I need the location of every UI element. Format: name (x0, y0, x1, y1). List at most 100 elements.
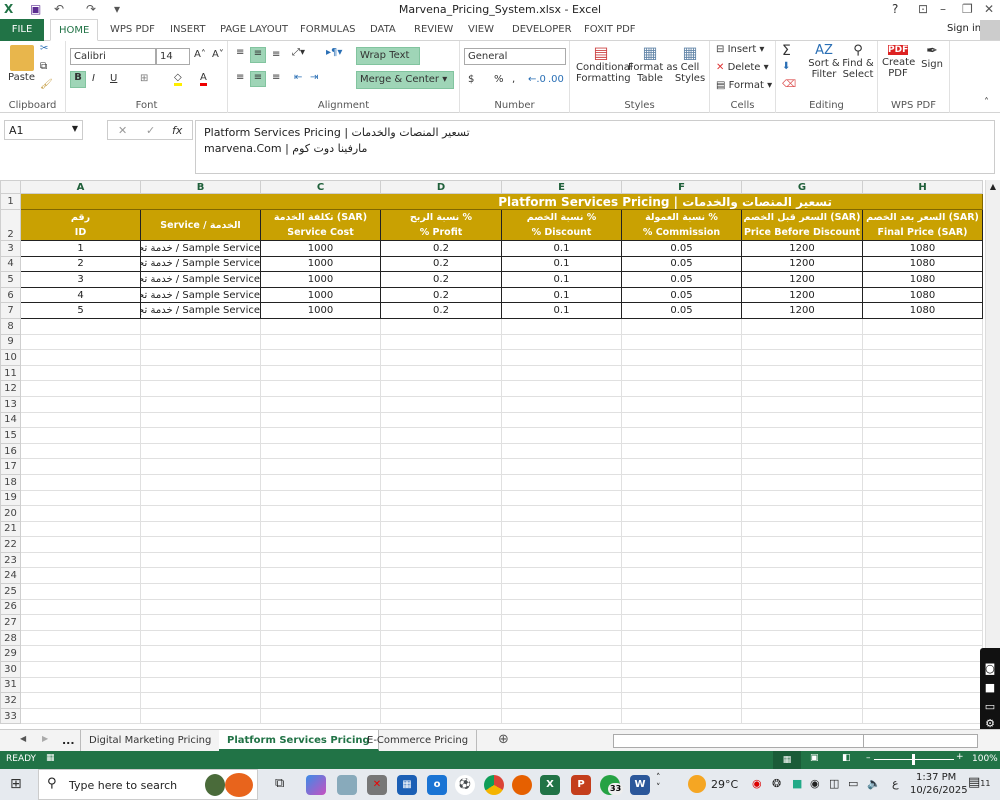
scroll-tabs-right-icon[interactable]: ▶ (42, 734, 48, 743)
empty-cell[interactable] (501, 395, 622, 413)
conditional-formatting-button[interactable]: ▤ Conditional Formatting (576, 43, 633, 84)
empty-cell[interactable] (862, 395, 983, 413)
empty-cell[interactable] (621, 349, 742, 366)
empty-cell[interactable] (741, 645, 863, 663)
row-header[interactable]: 8 (0, 317, 21, 335)
create-pdf-button[interactable]: PDF Create PDF (882, 43, 915, 79)
row-header[interactable]: 21 (0, 520, 21, 538)
tab-review[interactable]: REVIEW (406, 19, 461, 41)
close-icon[interactable]: ✕ (984, 2, 994, 16)
empty-cell[interactable] (380, 645, 502, 663)
empty-cell[interactable] (501, 458, 622, 475)
empty-cell[interactable] (621, 505, 742, 522)
paste-button[interactable]: Paste (8, 72, 35, 83)
empty-cell[interactable] (621, 489, 742, 507)
empty-cell[interactable] (621, 676, 742, 694)
empty-cell[interactable] (741, 598, 863, 616)
empty-cell[interactable] (501, 676, 622, 694)
empty-cell[interactable] (862, 489, 983, 507)
empty-cell[interactable] (741, 583, 863, 600)
empty-cell[interactable] (140, 317, 261, 335)
empty-cell[interactable] (260, 536, 381, 553)
empty-cell[interactable] (862, 692, 983, 709)
row-header[interactable]: 18 (0, 473, 21, 491)
empty-cell[interactable] (621, 395, 742, 413)
camera-tray-icon[interactable]: ◫ (829, 777, 839, 790)
tab-insert[interactable]: INSERT (162, 19, 213, 41)
empty-cell[interactable] (260, 411, 381, 429)
data-cell[interactable]: 0.05 (621, 271, 742, 288)
align-left-icon[interactable]: ≡ (236, 72, 244, 83)
empty-cell[interactable] (380, 676, 502, 694)
user-avatar-icon[interactable] (980, 20, 1000, 40)
empty-cell[interactable] (140, 661, 261, 678)
firefox-icon[interactable] (512, 775, 532, 795)
empty-cell[interactable] (380, 458, 502, 475)
whatsapp-icon[interactable]: 33 (600, 775, 624, 795)
row-header[interactable]: 16 (0, 442, 21, 460)
empty-cell[interactable] (20, 567, 141, 585)
zoom-slider-thumb[interactable] (912, 754, 915, 765)
empty-cell[interactable] (380, 614, 502, 631)
notifications-icon[interactable]: ▤11 (968, 775, 990, 790)
empty-cell[interactable] (20, 395, 141, 413)
empty-cell[interactable] (501, 317, 622, 335)
empty-cell[interactable] (621, 333, 742, 351)
empty-cell[interactable] (862, 629, 983, 647)
row-header[interactable]: 7 (0, 302, 21, 319)
data-cell[interactable]: 0.1 (501, 271, 622, 288)
empty-cell[interactable] (862, 349, 983, 366)
middle-align-icon[interactable]: ≡ (250, 47, 266, 63)
empty-cell[interactable] (260, 317, 381, 335)
empty-cell[interactable] (260, 583, 381, 600)
row-header[interactable]: 32 (0, 692, 21, 709)
volume-icon[interactable]: 🔈 (867, 777, 881, 790)
empty-cell[interactable] (380, 707, 502, 725)
empty-cell[interactable] (741, 349, 863, 366)
empty-cell[interactable] (380, 692, 502, 709)
sign-in-link[interactable]: Sign in (947, 23, 981, 34)
column-header-g[interactable]: G (741, 180, 863, 194)
more-sheets-button[interactable]: ... (62, 734, 75, 747)
data-cell[interactable]: 1080 (862, 255, 983, 273)
empty-cell[interactable] (20, 520, 141, 538)
empty-cell[interactable] (501, 551, 622, 569)
empty-cell[interactable] (862, 364, 983, 382)
empty-cell[interactable] (621, 380, 742, 397)
data-cell[interactable]: 0.2 (380, 271, 502, 288)
row-header[interactable]: 10 (0, 349, 21, 366)
tray-circle-icon[interactable]: ◉ (810, 777, 820, 790)
row-header[interactable]: 11 (0, 364, 21, 382)
empty-cell[interactable] (862, 614, 983, 631)
empty-cell[interactable] (260, 458, 381, 475)
tab-foxit-pdf[interactable]: FOXIT PDF (576, 19, 644, 41)
enter-icon[interactable]: ✓ (146, 124, 155, 137)
empty-cell[interactable] (140, 427, 261, 444)
row-header[interactable]: 23 (0, 551, 21, 569)
delete-cells-button[interactable]: ✕ Delete ▾ (716, 62, 769, 73)
empty-cell[interactable] (501, 692, 622, 709)
bold-button[interactable]: B (70, 71, 86, 88)
normal-view-icon[interactable]: ▦ (773, 751, 801, 769)
empty-cell[interactable] (621, 629, 742, 647)
empty-cell[interactable] (501, 567, 622, 585)
data-cell[interactable]: 0.1 (501, 286, 622, 304)
empty-cell[interactable] (501, 364, 622, 382)
data-cell[interactable]: 1000 (260, 255, 381, 273)
empty-cell[interactable] (741, 676, 863, 694)
column-header-b[interactable]: B (140, 180, 261, 194)
empty-cell[interactable] (20, 411, 141, 429)
empty-cell[interactable] (380, 598, 502, 616)
row-header[interactable]: 33 (0, 707, 21, 725)
percent-button[interactable]: % (494, 74, 504, 85)
windows-start-icon[interactable]: ⊞ (10, 776, 22, 792)
empty-cell[interactable] (501, 489, 622, 507)
data-cell[interactable]: Sample Service / خدمة تجريبية (140, 286, 261, 304)
empty-cell[interactable] (621, 614, 742, 631)
soccer-icon[interactable]: ⚽ (455, 775, 475, 795)
empty-cell[interactable] (862, 661, 983, 678)
data-cell[interactable]: 1000 (260, 271, 381, 288)
row-header[interactable]: 15 (0, 427, 21, 444)
empty-cell[interactable] (862, 505, 983, 522)
empty-cell[interactable] (260, 427, 381, 444)
